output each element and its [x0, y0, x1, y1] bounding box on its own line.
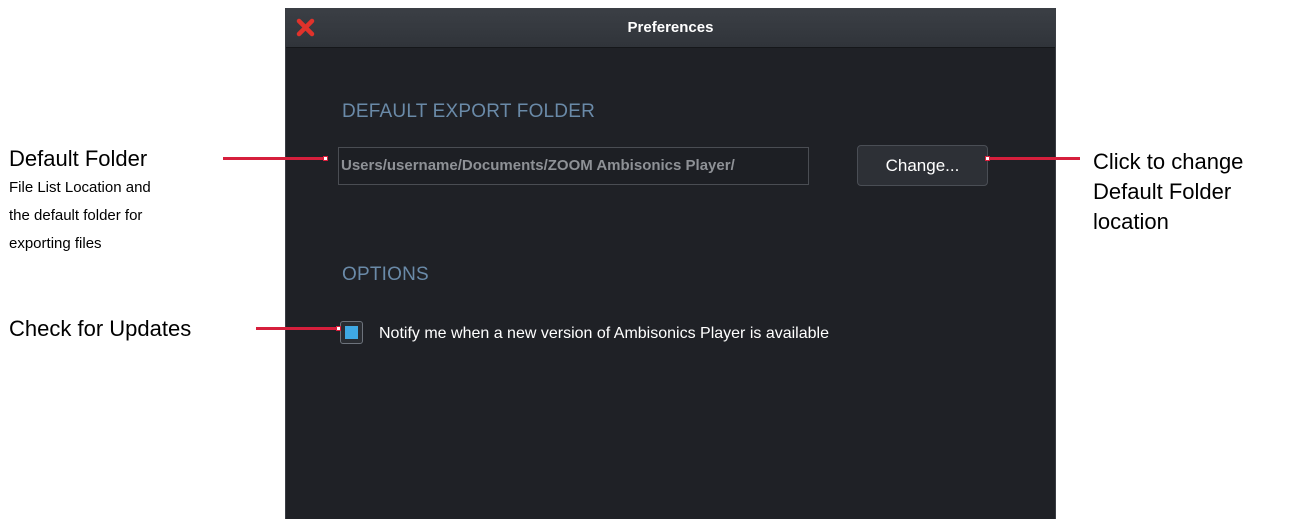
check-updates-callout: Check for Updates	[9, 316, 192, 341]
window-title: Preferences	[627, 19, 714, 36]
check-updates-leader-end	[336, 326, 341, 331]
default-folder-desc-line-2: the default folder for	[9, 207, 143, 224]
export-folder-path-field[interactable]: Users/username/Documents/ZOOM Ambisonics…	[338, 147, 809, 185]
default-folder-desc-line-3: exporting files	[9, 235, 102, 252]
notify-updates-label: Notify me when a new version of Ambisoni…	[379, 325, 829, 342]
default-folder-callout-desc: File List Location and the default folde…	[9, 174, 151, 258]
default-folder-leader-end	[323, 156, 328, 161]
title-bar: Preferences	[286, 8, 1055, 48]
default-folder-desc-line-1: File List Location and	[9, 179, 151, 196]
check-updates-leader-line	[256, 327, 340, 330]
checkbox-checked-indicator	[345, 326, 358, 339]
change-leader-line	[988, 157, 1080, 160]
change-callout-line-2: Default Folder	[1093, 179, 1232, 204]
change-folder-button[interactable]: Change...	[857, 145, 988, 186]
change-callout-line-3: location	[1093, 209, 1169, 234]
export-folder-heading: DEFAULT EXPORT FOLDER	[342, 101, 596, 122]
default-folder-leader-line	[223, 157, 325, 160]
default-folder-callout-title: Default Folder	[9, 146, 148, 171]
change-leader-end	[985, 156, 990, 161]
change-callout: Click to change Default Folder location	[1093, 147, 1243, 237]
preferences-window: Preferences DEFAULT EXPORT FOLDER Users/…	[285, 8, 1056, 519]
notify-updates-checkbox[interactable]	[340, 321, 363, 344]
change-callout-line-1: Click to change	[1093, 149, 1244, 174]
default-folder-callout: Default Folder File List Location and th…	[9, 146, 151, 258]
options-heading: OPTIONS	[342, 264, 429, 285]
stage: Preferences DEFAULT EXPORT FOLDER Users/…	[0, 0, 1292, 519]
